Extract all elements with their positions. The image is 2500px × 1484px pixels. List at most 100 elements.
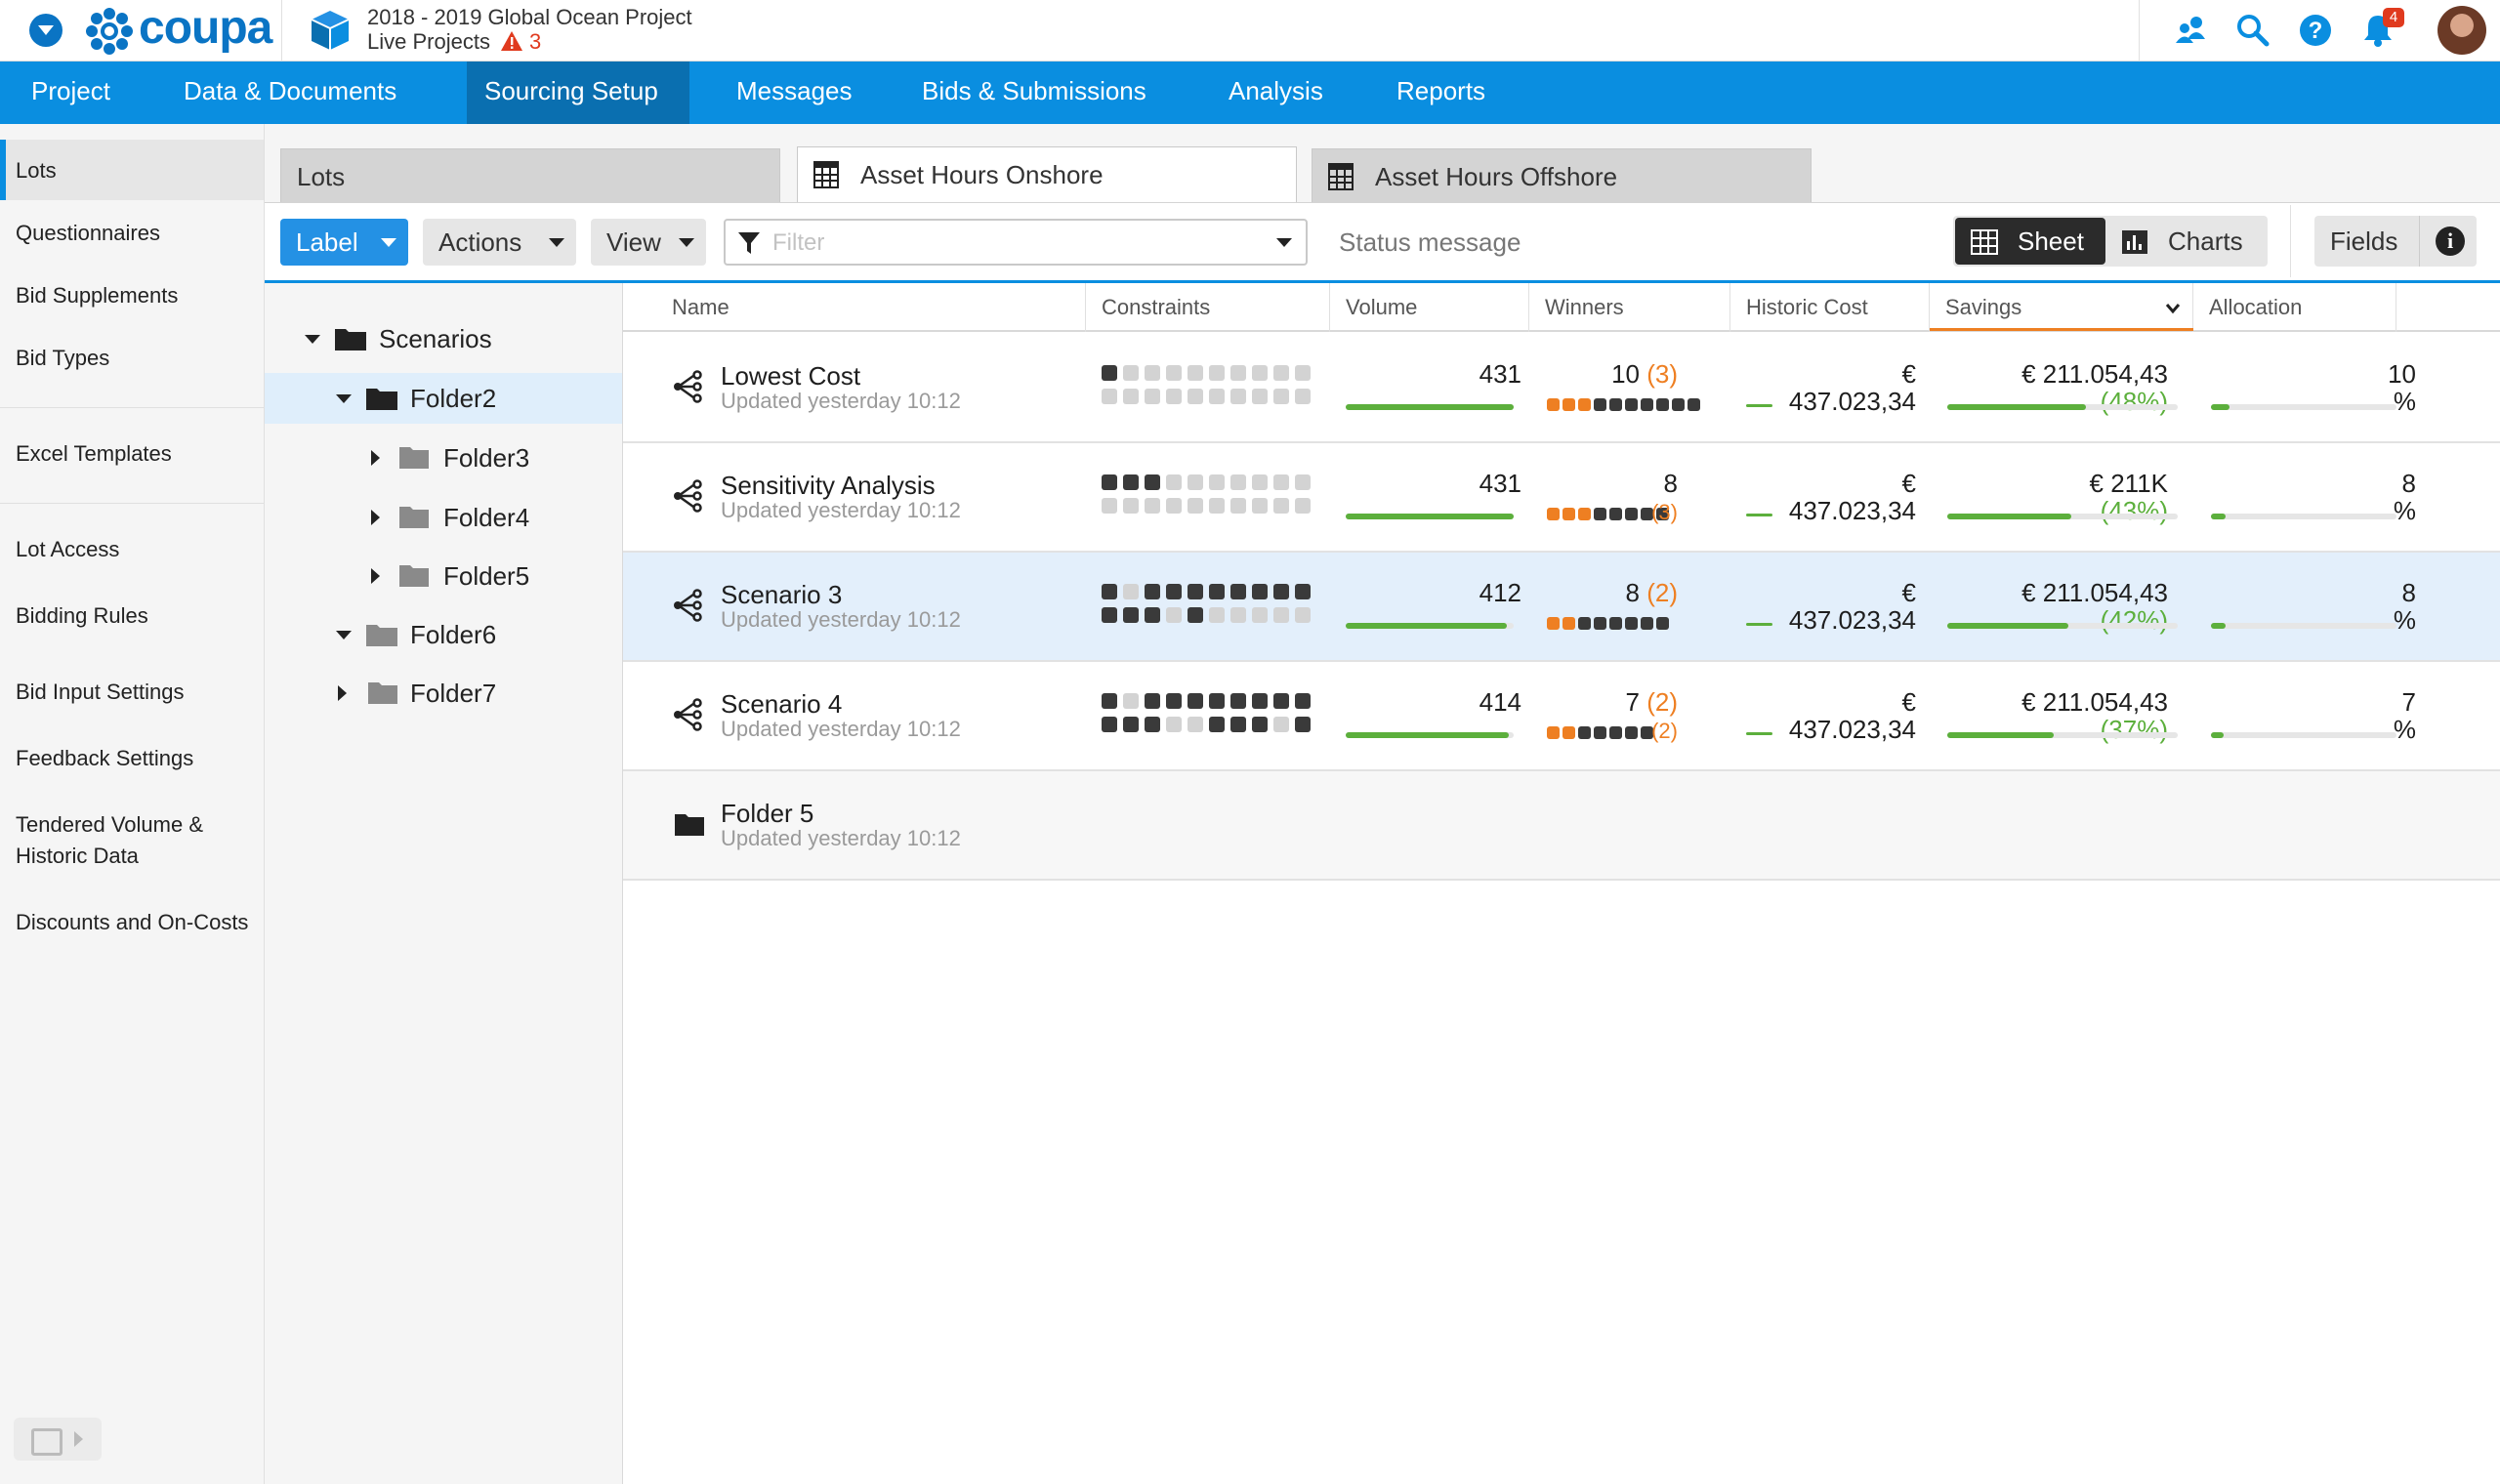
nav-messages[interactable]: Messages: [736, 62, 883, 124]
volume-value: 431: [1479, 359, 1521, 389]
view-dropdown[interactable]: View: [591, 219, 706, 266]
nav-bids-submissions[interactable]: Bids & Submissions: [922, 62, 1186, 124]
constraint-block: [1123, 498, 1139, 514]
chevron-down-icon[interactable]: [305, 335, 320, 344]
table-row[interactable]: Lowest Cost Updated yesterday 10:12 431 10 …: [623, 334, 2500, 443]
nav-project[interactable]: Project: [0, 62, 146, 124]
tab-asset-hours-onshore[interactable]: Asset Hours Onshore: [797, 146, 1297, 203]
filter-input[interactable]: [771, 227, 1239, 260]
winner-dot: [1562, 617, 1575, 630]
chevron-right-icon[interactable]: [338, 685, 347, 701]
tree-item-folder6[interactable]: Folder6: [334, 609, 607, 660]
column-header-savings[interactable]: Savings: [1930, 283, 2193, 332]
chevron-down-icon[interactable]: [1276, 238, 1292, 247]
table-row-folder[interactable]: Folder 5 Updated yesterday 10:12: [623, 771, 2500, 881]
people-icon[interactable]: [2170, 10, 2211, 51]
row-updated: Updated yesterday 10:12: [721, 607, 961, 632]
chevron-down-icon[interactable]: [2165, 303, 2181, 314]
chevron-right-icon[interactable]: [371, 510, 380, 525]
search-icon[interactable]: [2232, 10, 2273, 51]
logo-text[interactable]: coupa: [139, 0, 272, 57]
historic-cost-bar: [1746, 623, 1772, 626]
warning-icon[interactable]: [500, 29, 523, 53]
sidebar-item-tendered-volume[interactable]: Tendered Volume & Historic Data: [16, 809, 250, 872]
sidebar-item-bid-input-settings[interactable]: Bid Input Settings: [16, 677, 250, 708]
grid-icon: [1971, 229, 1998, 255]
nav-reports[interactable]: Reports: [1396, 62, 1523, 124]
row-name: Scenario 4: [721, 689, 843, 719]
winner-dot: [1609, 726, 1622, 739]
sidebar-item-bidding-rules[interactable]: Bidding Rules: [16, 600, 250, 632]
collapse-sidebar-button[interactable]: [14, 1418, 102, 1461]
tree-item-folder4[interactable]: Folder4: [369, 492, 613, 543]
constraint-block: [1123, 474, 1139, 490]
column-header-winners[interactable]: Winners: [1529, 283, 1730, 332]
table-row[interactable]: Scenario 4 Updated yesterday 10:12 414 7 (2…: [623, 662, 2500, 771]
sidebar-item-discounts[interactable]: Discounts and On-Costs: [16, 907, 250, 938]
chevron-down-icon[interactable]: [336, 631, 352, 639]
sidebar-item-lot-access[interactable]: Lot Access: [16, 534, 250, 565]
scenario-branch-icon: [674, 370, 702, 403]
help-icon[interactable]: ?: [2295, 10, 2336, 51]
column-header-historic-cost[interactable]: Historic Cost: [1730, 283, 1930, 332]
savings-bar-fill: [1947, 623, 2068, 629]
winner-dot: [1578, 617, 1591, 630]
column-header-name[interactable]: Name: [656, 283, 1086, 332]
column-header-allocation[interactable]: Allocation: [2193, 283, 2396, 332]
tree-item-scenarios[interactable]: Scenarios: [303, 313, 596, 364]
winner-dot: [1578, 508, 1591, 520]
sheet-toggle-button[interactable]: Sheet: [1955, 218, 2105, 265]
constraint-block: [1230, 693, 1246, 709]
sidebar-item-bid-types[interactable]: Bid Types: [16, 343, 250, 374]
constraint-block: [1295, 717, 1311, 732]
winners-extra: (3): [1651, 500, 1678, 524]
nav-analysis[interactable]: Analysis: [1229, 62, 1355, 124]
constraint-block: [1145, 717, 1160, 732]
column-header-constraints[interactable]: Constraints: [1086, 283, 1330, 332]
project-title[interactable]: 2018 - 2019 Global Ocean Project: [367, 6, 692, 29]
nav-sourcing-setup[interactable]: Sourcing Setup: [467, 62, 689, 124]
table-row[interactable]: Sensitivity Analysis Updated yesterday 10…: [623, 443, 2500, 553]
coupa-logo-icon[interactable]: [84, 6, 135, 57]
winner-dot: [1547, 508, 1560, 520]
avatar[interactable]: [2438, 6, 2486, 55]
tree-item-folder3[interactable]: Folder3: [369, 433, 613, 483]
constraint-block: [1230, 498, 1246, 514]
chevron-right-icon[interactable]: [371, 450, 380, 466]
actions-dropdown[interactable]: Actions: [423, 219, 576, 266]
sidebar-item-feedback-settings[interactable]: Feedback Settings: [16, 743, 250, 774]
sidebar-item-excel-templates[interactable]: Excel Templates: [16, 438, 250, 470]
tab-lots[interactable]: Lots: [280, 148, 780, 203]
constraint-block: [1102, 693, 1117, 709]
menu-icon[interactable]: [29, 14, 62, 47]
sidebar-item-lots[interactable]: Lots: [16, 155, 250, 186]
chevron-right-icon[interactable]: [371, 568, 380, 584]
warning-count[interactable]: 3: [529, 30, 541, 54]
sidebar-item-bid-supplements[interactable]: Bid Supplements: [16, 280, 250, 311]
allocation-value: 10: [2388, 359, 2416, 389]
winner-dot: [1594, 398, 1606, 411]
chevron-down-icon: [549, 238, 564, 247]
table-row[interactable]: Scenario 3 Updated yesterday 10:12 412 8 (2…: [623, 553, 2500, 662]
allocation-value: 7: [2401, 687, 2416, 717]
project-breadcrumb[interactable]: Live Projects: [367, 30, 490, 54]
tab-asset-hours-offshore[interactable]: Asset Hours Offshore: [1312, 148, 1812, 203]
tree-item-folder7[interactable]: Folder7: [334, 668, 607, 719]
chevron-down-icon[interactable]: [336, 394, 352, 403]
sidebar-item-questionnaires[interactable]: Questionnaires: [16, 218, 250, 249]
volume-value: 431: [1479, 469, 1521, 498]
nav-data-documents[interactable]: Data & Documents: [154, 62, 438, 124]
allocation-unit: %: [2393, 605, 2416, 635]
constraint-block: [1188, 498, 1203, 514]
winners-count: 7: [1625, 687, 1640, 717]
column-header-volume[interactable]: Volume: [1330, 283, 1529, 332]
charts-toggle-button[interactable]: Charts: [2107, 218, 2264, 265]
label-dropdown[interactable]: Label: [280, 219, 408, 266]
notification-badge[interactable]: 4: [2383, 8, 2404, 27]
chevron-down-icon: [679, 238, 694, 247]
tree-item-folder2[interactable]: Folder2: [334, 373, 607, 424]
historic-cost-bar: [1746, 514, 1772, 516]
tree-item-folder5[interactable]: Folder5: [369, 551, 613, 601]
info-icon[interactable]: i: [2436, 227, 2465, 256]
filter-field[interactable]: [724, 219, 1308, 266]
